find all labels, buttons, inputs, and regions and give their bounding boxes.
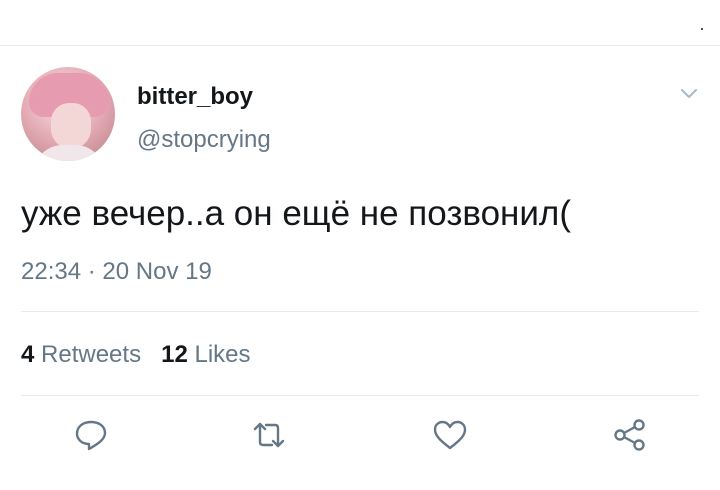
retweet-icon — [253, 422, 285, 448]
likes-stat[interactable]: 12 Likes — [161, 341, 250, 368]
reply-button[interactable] — [72, 418, 110, 452]
tweet-date: 20 Nov 19 — [102, 258, 212, 285]
status-dot — [701, 28, 703, 30]
share-icon — [614, 419, 645, 451]
tweet-time: 22:34 — [21, 258, 82, 285]
like-button[interactable] — [431, 418, 469, 452]
retweet-button[interactable] — [250, 418, 288, 452]
avatar[interactable] — [21, 67, 115, 161]
tweet-text: уже вечер..а он ещё не позвонил( — [21, 194, 571, 233]
divider — [21, 395, 699, 396]
chevron-down-icon[interactable] — [677, 84, 701, 104]
share-button[interactable] — [611, 418, 649, 452]
retweets-label: Retweets — [41, 341, 142, 368]
retweets-count: 4 — [21, 341, 35, 368]
reply-icon — [75, 420, 107, 451]
divider — [21, 311, 699, 312]
timestamp-separator: · — [87, 258, 96, 285]
retweets-stat[interactable]: 4 Retweets — [21, 341, 141, 368]
likes-count: 12 — [161, 341, 188, 368]
likes-label: Likes — [194, 341, 251, 368]
author-display-name[interactable]: bitter_boy — [137, 83, 253, 111]
tweet-stats: 4 Retweets 12 Likes — [21, 340, 251, 370]
top-divider — [0, 45, 720, 46]
author-handle[interactable]: @stopcrying — [137, 126, 271, 154]
tweet-timestamp[interactable]: 22:34 · 20 Nov 19 — [21, 257, 212, 287]
like-icon — [433, 420, 467, 450]
